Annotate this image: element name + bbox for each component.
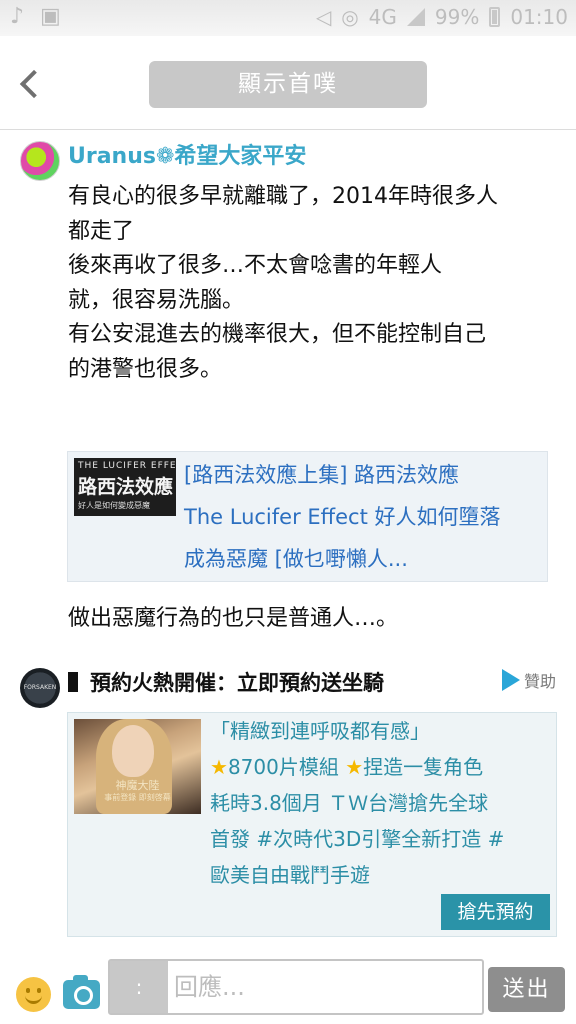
thumbnail-chinese-title: 路西法效應 xyxy=(78,476,174,498)
ad-line: 耗時3.8個月 ＴＷ台灣搶先全球 xyxy=(210,791,489,815)
link-title-line: 成為惡魔 [做乜嘢懶人... xyxy=(184,547,408,571)
image-notification-icon: ▣ xyxy=(40,4,61,29)
ad-line-part: 8700片模組 xyxy=(227,755,346,779)
alarm-icon: ◎ xyxy=(341,5,359,29)
ad-image-subtitle: 事前登錄 即刻啓幕 xyxy=(104,793,171,802)
ad-line: ★8700片模組 ★捏造一隻角色 xyxy=(210,749,554,785)
ad-line: 歐美自由戰鬥手遊 xyxy=(210,863,370,887)
post-line: 都走了 xyxy=(68,218,135,244)
ad-description: 「精緻到連呼吸都有感」 ★8700片模組 ★捏造一隻角色 耗時3.8個月 ＴＷ台… xyxy=(210,713,554,893)
clock: 01:10 xyxy=(510,5,568,29)
network-type: 4G xyxy=(368,5,397,29)
battery-percent: 99% xyxy=(434,5,480,29)
app-header: 顯示首噗 xyxy=(0,36,576,130)
ad-image: 神魔大陸 事前登錄 即刻啓幕 xyxy=(74,719,201,814)
post-body: 有良心的很多早就離職了，2014年時很多人 都走了 後來再收了很多…不太會唸書的… xyxy=(68,180,558,387)
username[interactable]: Uranus❁希望大家平安 xyxy=(68,138,306,170)
post-line: 的港警也很多。 xyxy=(68,356,223,382)
link-title-line: The Lucifer Effect 好人如何墮落 xyxy=(184,505,501,529)
sponsor-avatar[interactable]: FORSAKEN WORLD xyxy=(20,668,60,708)
post-line: 就，很容易洗腦。 xyxy=(68,287,245,313)
ad-line-part: 捏造一隻角色 xyxy=(363,755,484,779)
ad-image-logo: 神魔大陸 xyxy=(115,779,160,792)
link-preview-card[interactable]: THE LUCIFER EFFECT 路西法效應 好人是如何變成惡魔 [路西法效… xyxy=(67,451,548,582)
send-button[interactable]: 送出 xyxy=(488,967,565,1012)
preregister-button[interactable]: 搶先預約 xyxy=(441,894,550,930)
signal-icon xyxy=(406,8,425,26)
camera-icon[interactable] xyxy=(63,975,100,1009)
reply-qualifier-button[interactable]: : xyxy=(110,961,168,1013)
ad-image-face xyxy=(112,725,154,777)
star-icon: ★ xyxy=(345,755,364,779)
ad-line: 首發 #次時代3D引擎全新打造 # xyxy=(210,827,505,851)
battery-icon xyxy=(489,7,501,27)
show-first-plurk-button[interactable]: 顯示首噗 xyxy=(149,61,427,108)
ad-line: 「精緻到連呼吸都有感」 xyxy=(210,719,430,743)
back-arrow-icon[interactable] xyxy=(14,66,50,102)
post-line: 有公安混進去的機率很大，但不能控制自己 xyxy=(68,322,487,347)
avatar[interactable] xyxy=(20,141,60,181)
sponsored-label: 贊助 xyxy=(523,672,556,691)
play-icon xyxy=(501,669,520,691)
post-line: 後來再收了很多…不太會唸書的年輕人 xyxy=(68,253,443,278)
reply-box: : xyxy=(108,959,484,1015)
link-thumbnail: THE LUCIFER EFFECT 路西法效應 好人是如何變成惡魔 xyxy=(74,458,176,516)
link-title-line: [路西法效應上集] 路西法效應 xyxy=(184,463,460,487)
status-bar-right: ◁ ◎ 4G 99% 01:10 xyxy=(316,5,568,29)
sponsored-tag: 贊助 xyxy=(501,668,556,692)
reply-input[interactable] xyxy=(174,963,474,1011)
ad-card[interactable]: 神魔大陸 事前登錄 即刻啓幕 「精緻到連呼吸都有感」 ★8700片模組 ★捏造一… xyxy=(67,712,557,937)
ad-title[interactable]: 預約火熱開催：立即預約送坐騎 xyxy=(68,667,384,697)
status-bar: ♪ ▣ ◁ ◎ 4G 99% 01:10 xyxy=(0,0,576,36)
post-line: 有良心的很多早就離職了，2014年時很多人 xyxy=(68,184,498,209)
link-title[interactable]: [路西法效應上集] 路西法效應 The Lucifer Effect 好人如何墮… xyxy=(184,454,544,580)
emoji-icon[interactable] xyxy=(16,977,51,1012)
thumbnail-subtitle: 好人是如何變成惡魔 xyxy=(78,501,150,510)
thumbnail-english-title: THE LUCIFER EFFECT xyxy=(78,461,176,471)
music-note-icon: ♪ xyxy=(10,4,25,29)
star-icon: ★ xyxy=(210,755,228,779)
status-bar-left: ♪ ▣ xyxy=(10,4,61,29)
reply-bar: : 送出 xyxy=(0,952,576,1024)
post-closing-line: 做出惡魔行為的也只是普通人…。 xyxy=(68,606,399,631)
mute-icon: ◁ xyxy=(315,5,332,29)
